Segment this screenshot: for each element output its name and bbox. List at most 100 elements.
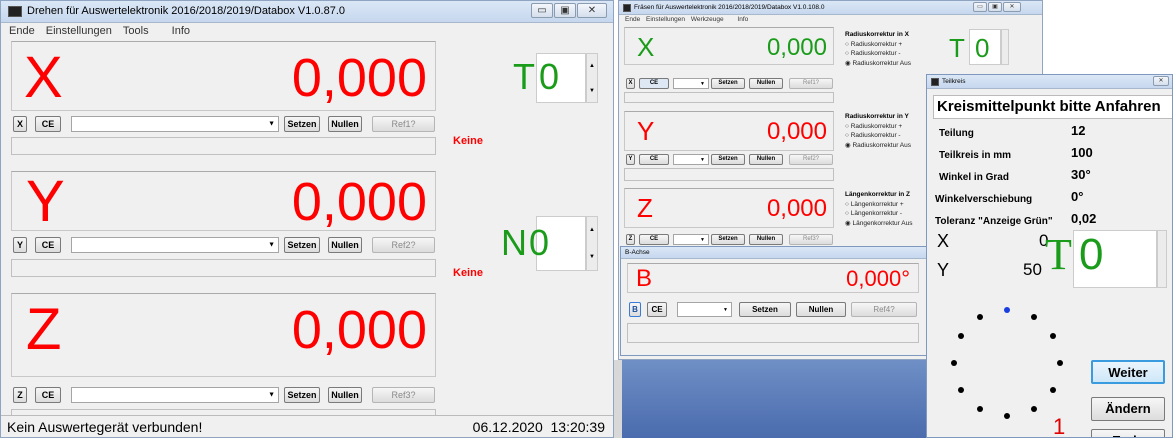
radio-z-aus[interactable]: ◉ Längenkorrektur Aus — [845, 219, 912, 227]
tool-spinner[interactable]: ▲ ▼ — [586, 53, 598, 103]
z-display: Z 0,000 — [624, 188, 834, 228]
x-nullen-button[interactable]: Nullen — [749, 78, 783, 89]
x-ref-button[interactable]: Ref1? — [372, 116, 435, 132]
teilkreis-window: Teilkreis ✕ Kreismittelpunkt bitte Anfah… — [926, 74, 1173, 438]
z-axis-button[interactable]: Z — [13, 387, 27, 403]
drehen-window: Drehen für Auswertelektronik 2016/2018/2… — [0, 0, 614, 438]
n-spinner[interactable]: ▲ ▼ — [586, 216, 598, 271]
y-ref-button[interactable]: Ref2? — [789, 154, 833, 165]
z-setzen-button[interactable]: Setzen — [711, 234, 745, 245]
x-setzen-button[interactable]: Setzen — [284, 116, 320, 132]
close-button[interactable]: ✕ — [1003, 2, 1021, 12]
x-axis-button[interactable]: X — [13, 116, 27, 132]
radio-z-plus[interactable]: ○ Längenkorrektur + — [845, 201, 904, 208]
y-setzen-button[interactable]: Setzen — [284, 237, 320, 253]
x-setzen-button[interactable]: Setzen — [711, 78, 745, 89]
y-axis-button[interactable]: Y — [626, 154, 635, 165]
y-combo[interactable]: ▼ — [673, 154, 709, 165]
title-bar: Drehen für Auswertelektronik 2016/2018/2… — [1, 1, 613, 23]
app-icon — [623, 4, 631, 12]
radio-label: Radiuskorrektur Aus — [852, 142, 912, 149]
hole-marker — [1031, 406, 1037, 412]
radio-y-aus[interactable]: ◉ Radiuskorrektur Aus — [845, 141, 911, 149]
radio-z-minus[interactable]: ○ Längenkorrektur - — [845, 210, 902, 217]
z-setzen-button[interactable]: Setzen — [284, 387, 320, 403]
group-title-x: Radiuskorrektur in X — [845, 31, 909, 38]
radio-x-plus[interactable]: ○ Radiuskorrektur + — [845, 41, 902, 48]
y-combo[interactable]: ▼ — [71, 237, 279, 253]
maximize-button[interactable]: ▣ — [554, 3, 576, 18]
radio-label: Radiuskorrektur - — [850, 50, 901, 57]
x-progress-bar — [11, 137, 436, 155]
menu-info[interactable]: Info — [172, 23, 190, 39]
minimize-button[interactable]: ▭ — [973, 2, 987, 12]
ende-button[interactable]: Ende — [1091, 429, 1165, 437]
radio-x-aus[interactable]: ◉ Radiuskorrektur Aus — [845, 59, 911, 67]
hole-marker-active — [1004, 307, 1010, 313]
x-ce-button[interactable]: CE — [639, 78, 669, 89]
n-value: 0 — [529, 222, 550, 263]
z-axis-value: 0,000 — [291, 300, 427, 360]
minimize-button[interactable]: ▭ — [531, 3, 553, 18]
z-nullen-button[interactable]: Nullen — [328, 387, 362, 403]
b-ce-button[interactable]: CE — [647, 302, 667, 317]
menu-einstellungen[interactable]: Einstellungen — [46, 23, 112, 39]
tool-letter: T — [513, 56, 535, 97]
x-axis-button[interactable]: X — [626, 78, 635, 89]
radio-x-minus[interactable]: ○ Radiuskorrektur - — [845, 50, 901, 57]
hole-marker — [958, 333, 964, 339]
z-combo[interactable]: ▼ — [71, 387, 279, 403]
aendern-button[interactable]: Ändern — [1091, 397, 1165, 421]
y-axis-button[interactable]: Y — [13, 237, 27, 253]
winkel-label: Winkel in Grad — [939, 172, 1009, 183]
radio-label: Radiuskorrektur + — [850, 41, 903, 48]
x-combo[interactable]: ▼ — [71, 116, 279, 132]
x-ce-button[interactable]: CE — [35, 116, 61, 132]
title-bar: B-Achse — [621, 247, 926, 259]
b-ref-button[interactable]: Ref4? — [851, 302, 917, 317]
b-combo[interactable]: ▼ — [677, 302, 732, 317]
menu-bar: Ende Einstellungen Werkzeuge Info — [619, 15, 1042, 25]
radio-label: Längenkorrektur Aus — [852, 220, 913, 227]
menu-info[interactable]: Info — [737, 15, 748, 25]
weiter-button[interactable]: Weiter — [1091, 360, 1165, 384]
status-bar: Kein Auswertegerät verbunden! 06.12.2020… — [1, 415, 613, 437]
y-axis-value: 0,000 — [766, 118, 827, 145]
menu-ende[interactable]: Ende — [625, 15, 640, 25]
close-button[interactable]: ✕ — [577, 3, 607, 18]
x-ref-button[interactable]: Ref1? — [789, 78, 833, 89]
x-combo[interactable]: ▼ — [673, 78, 709, 89]
radio-y-plus[interactable]: ○ Radiuskorrektur + — [845, 123, 902, 130]
y-nullen-button[interactable]: Nullen — [749, 154, 783, 165]
z-ref-button[interactable]: Ref3? — [372, 387, 435, 403]
radio-y-minus[interactable]: ○ Radiuskorrektur - — [845, 132, 901, 139]
close-button[interactable]: ✕ — [1153, 76, 1169, 86]
z-ref-button[interactable]: Ref3? — [789, 234, 833, 245]
z-combo[interactable]: ▼ — [673, 234, 709, 245]
x-nullen-button[interactable]: Nullen — [328, 116, 362, 132]
y-nullen-button[interactable]: Nullen — [328, 237, 362, 253]
menu-tools[interactable]: Tools — [123, 23, 149, 39]
z-nullen-button[interactable]: Nullen — [749, 234, 783, 245]
y-setzen-button[interactable]: Setzen — [711, 154, 745, 165]
tool-spinner[interactable] — [1001, 29, 1009, 65]
b-setzen-button[interactable]: Setzen — [739, 302, 791, 317]
y-ce-button[interactable]: CE — [35, 237, 61, 253]
menu-werkzeuge[interactable]: Werkzeuge — [691, 15, 724, 25]
bolt-circle — [947, 303, 1067, 423]
b-axis-button[interactable]: B — [629, 302, 641, 317]
t-spinner[interactable] — [1157, 230, 1167, 288]
teilung-label: Teilung — [939, 128, 974, 139]
z-axis-button[interactable]: Z — [626, 234, 635, 245]
z-ce-button[interactable]: CE — [639, 234, 669, 245]
window-title: B-Achse — [625, 249, 650, 256]
menu-ende[interactable]: Ende — [9, 23, 35, 39]
b-nullen-button[interactable]: Nullen — [796, 302, 846, 317]
b-axis-value: 0,000° — [846, 266, 910, 291]
y-label: Y — [937, 260, 950, 280]
y-ref-button[interactable]: Ref2? — [372, 237, 435, 253]
maximize-button[interactable]: ▣ — [988, 2, 1002, 12]
menu-einstellungen[interactable]: Einstellungen — [646, 15, 685, 25]
y-ce-button[interactable]: CE — [639, 154, 669, 165]
z-ce-button[interactable]: CE — [35, 387, 61, 403]
